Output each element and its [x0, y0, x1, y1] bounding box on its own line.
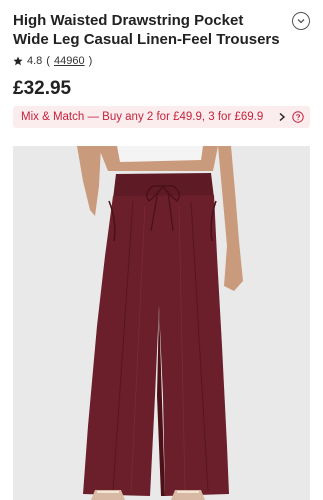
product-image[interactable]: [13, 146, 310, 500]
collapse-button[interactable]: [292, 12, 310, 30]
product-price: £32.95: [13, 78, 72, 99]
trousers-photo: [13, 146, 310, 500]
chevron-right-icon: [279, 112, 286, 122]
promo-text: Mix & Match — Buy any 2 for £49.9, 3 for…: [21, 111, 264, 123]
product-header: High Waisted Drawstring Pocket Wide Leg …: [13, 11, 283, 49]
star-icon: [13, 56, 23, 66]
review-count-close: ): [88, 55, 93, 67]
review-count-link[interactable]: 44960: [54, 55, 85, 67]
rating-value: 4.8: [27, 55, 43, 67]
promo-banner[interactable]: Mix & Match — Buy any 2 for £49.9, 3 for…: [13, 106, 310, 128]
product-title: High Waisted Drawstring Pocket Wide Leg …: [13, 12, 280, 48]
review-count-open: (: [46, 55, 50, 67]
chevron-down-icon: [297, 19, 305, 24]
question-circle-icon[interactable]: [292, 111, 304, 123]
product-rating[interactable]: 4.8 (44960): [13, 55, 92, 67]
